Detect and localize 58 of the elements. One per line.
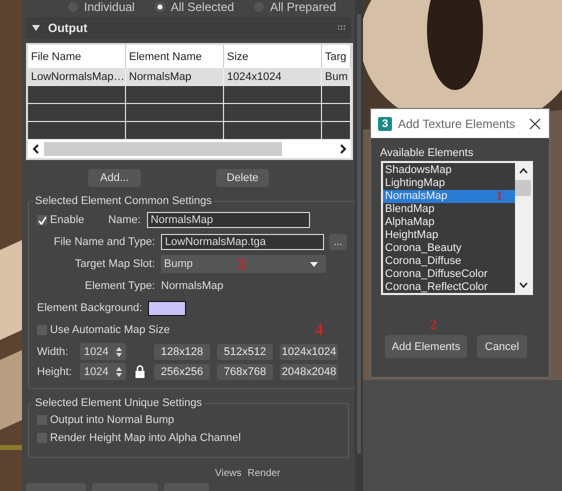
- annotation-number: 4: [315, 321, 324, 338]
- list-item[interactable]: ShadowsMap: [383, 164, 515, 177]
- field-label: File Name and Type:: [52, 236, 155, 248]
- column-label: Render: [248, 468, 280, 479]
- list-item[interactable]: HeightMap: [383, 229, 515, 242]
- annotation-number: 1: [496, 187, 502, 204]
- table-cell: LowNormalsMap…: [28, 68, 126, 85]
- field-label: Width:: [37, 346, 70, 358]
- list-item[interactable]: Corona_ReflectColor: [383, 281, 515, 293]
- annotation-number: 3: [237, 256, 246, 273]
- size-preset-button[interactable]: 128x128: [154, 344, 210, 360]
- radio-option[interactable]: All Prepared: [254, 1, 336, 13]
- table-cell: 1024x1024: [224, 68, 322, 85]
- field-label: Name:: [108, 214, 141, 226]
- size-preset-button[interactable]: 2048x2048: [280, 364, 338, 380]
- delete-button[interactable]: Delete: [216, 169, 269, 187]
- field-label: Element Type:: [84, 280, 155, 292]
- file-field[interactable]: LowNormalsMap.tga: [161, 234, 324, 250]
- field-label: Element Background:: [37, 302, 142, 314]
- rollout-title: Output: [48, 21, 88, 35]
- list-item[interactable]: AlphaMap: [383, 216, 515, 229]
- element-list[interactable]: ShadowsMap LightingMap NormalsMap BlendMap AlphaMap HeightMap Corona_Beauty Corona_Diffuse Corona_DiffuseColor Corona_ReflectColor 1: [381, 161, 533, 295]
- browse-button[interactable]: ...: [329, 234, 347, 250]
- field-label: Height:: [37, 366, 73, 378]
- group-title: Selected Element Unique Settings: [34, 397, 203, 409]
- rollout-header[interactable]: Output: [26, 17, 351, 39]
- size-preset-button[interactable]: 512x512: [217, 344, 273, 360]
- name-field[interactable]: NormalsMap: [146, 212, 310, 228]
- table-row[interactable]: LowNormalsMap… NormalsMap 1024x1024 Bum: [28, 68, 351, 85]
- cancel-button[interactable]: Cancel: [477, 335, 527, 358]
- list-item[interactable]: Corona_DiffuseColor: [383, 268, 515, 281]
- list-item[interactable]: Corona_Diffuse: [383, 255, 515, 268]
- add-elements-button[interactable]: Add Elements: [385, 335, 467, 358]
- list-item[interactable]: BlendMap: [383, 203, 515, 216]
- column-label: Views: [215, 468, 242, 479]
- add-button[interactable]: Add...: [88, 169, 141, 187]
- list-label: Available Elements: [380, 147, 474, 159]
- app-icon: 3: [378, 116, 392, 130]
- radio-option[interactable]: All Selected: [154, 1, 234, 13]
- enable-checkbox[interactable]: Enable: [37, 214, 84, 226]
- width-spinner[interactable]: 1024: [80, 343, 126, 360]
- list-item[interactable]: Corona_Beauty: [383, 242, 515, 255]
- radio-option[interactable]: Individual: [68, 1, 135, 13]
- auto-size-checkbox[interactable]: Use Automatic Map Size: [37, 324, 170, 336]
- element-type-value: NormalsMap: [161, 280, 224, 292]
- list-item[interactable]: LightingMap: [383, 177, 515, 190]
- size-preset-button[interactable]: 768x768: [217, 364, 273, 380]
- size-preset-button[interactable]: 1024x1024: [280, 344, 338, 360]
- annotation-number: 2: [430, 319, 437, 333]
- table-cell: NormalsMap: [126, 68, 224, 85]
- option-checkbox[interactable]: Render Height Map into Alpha Channel: [37, 432, 241, 444]
- size-preset-button[interactable]: 256x256: [154, 364, 210, 380]
- option-checkbox[interactable]: Output into Normal Bump: [37, 414, 174, 426]
- field-label: Target Map Slot:: [74, 258, 155, 270]
- group-title: Selected Element Common Settings: [34, 195, 213, 207]
- height-spinner[interactable]: 1024: [80, 363, 126, 380]
- window-title: Add Texture Elements: [398, 116, 516, 130]
- table-cell: Bum: [322, 68, 351, 85]
